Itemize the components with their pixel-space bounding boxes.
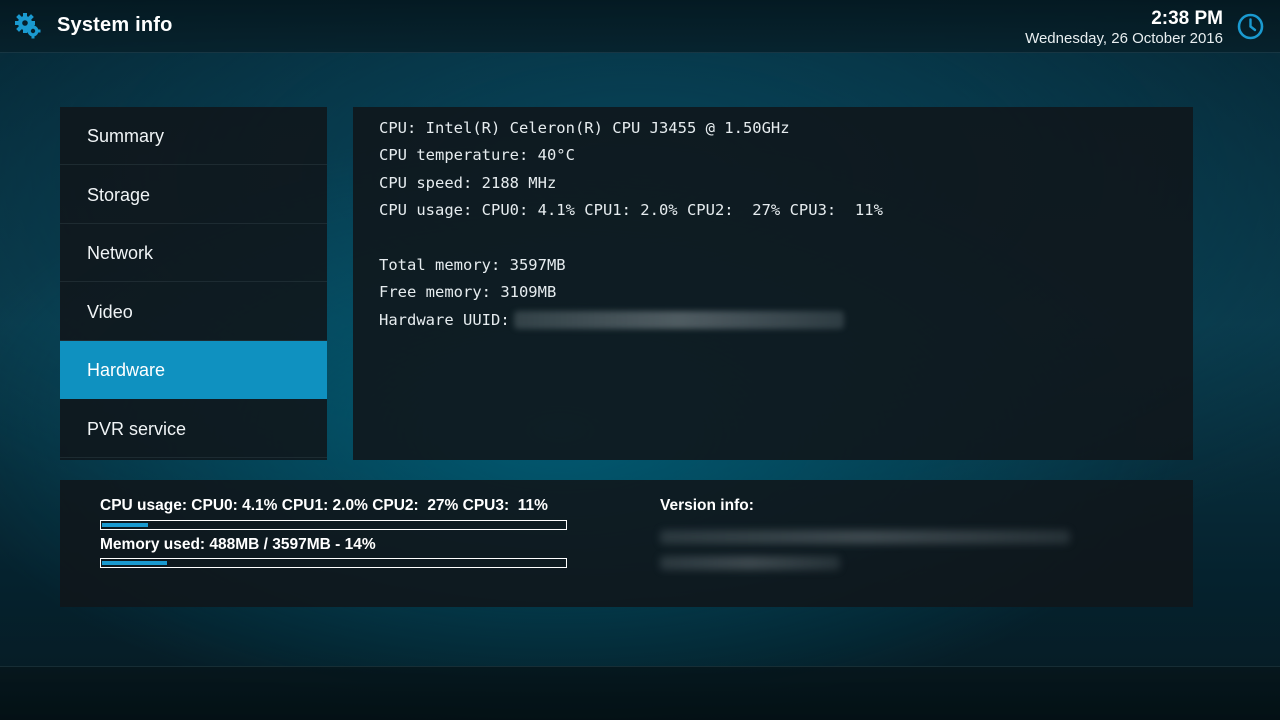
hardware-uuid-redacted — [513, 311, 844, 330]
cpu-usage-bar-fill — [102, 522, 149, 527]
menu-item-hardware[interactable]: Hardware — [60, 341, 327, 400]
page-title: System info — [57, 14, 173, 36]
info-free-memory: Free memory: 3109MB — [379, 283, 557, 302]
menu-item-network[interactable]: Network — [60, 224, 327, 283]
hardware-info-panel: CPU: Intel(R) Celeron(R) CPU J3455 @ 1.5… — [353, 107, 1193, 460]
version-info-redacted-line — [660, 556, 840, 570]
clock-date: Wednesday, 26 October 2016 — [1025, 30, 1223, 47]
memory-used-label: Memory used: 488MB / 3597MB - 14% — [100, 536, 376, 553]
cpu-usage-bar — [100, 520, 567, 530]
menu-item-summary[interactable]: Summary — [60, 107, 327, 165]
version-info-label: Version info: — [660, 497, 754, 514]
settings-gear-icon — [15, 13, 41, 39]
info-cpu-usage: CPU usage: CPU0: 4.1% CPU1: 2.0% CPU2: 2… — [379, 201, 883, 220]
memory-used-bar-fill — [102, 560, 167, 565]
clock-icon — [1237, 13, 1264, 40]
header-bar: System info 2:38 PM Wednesday, 26 Octobe… — [0, 0, 1280, 53]
menu-item-storage[interactable]: Storage — [60, 166, 327, 224]
hardware-uuid-label: Hardware UUID: — [379, 310, 510, 329]
memory-used-bar — [100, 558, 567, 568]
clock-time: 2:38 PM — [1151, 8, 1223, 29]
info-cpu-speed: CPU speed: 2188 MHz — [379, 173, 557, 192]
version-info-redacted-line — [660, 530, 1070, 544]
menu-item-video[interactable]: Video — [60, 283, 327, 341]
category-menu: Summary Storage Network Video Hardware P… — [60, 107, 327, 460]
info-cpu: CPU: Intel(R) Celeron(R) CPU J3455 @ 1.5… — [379, 119, 790, 137]
info-hardware-uuid: Hardware UUID: — [379, 309, 1193, 336]
cpu-usage-label: CPU usage: CPU0: 4.1% CPU1: 2.0% CPU2: 2… — [100, 497, 548, 514]
status-panel: CPU usage: CPU0: 4.1% CPU1: 2.0% CPU2: 2… — [60, 480, 1193, 607]
footer-bar — [0, 666, 1280, 720]
menu-item-pvr-service[interactable]: PVR service — [60, 400, 327, 458]
info-total-memory: Total memory: 3597MB — [379, 255, 566, 274]
info-cpu-temperature: CPU temperature: 40°C — [379, 146, 575, 165]
